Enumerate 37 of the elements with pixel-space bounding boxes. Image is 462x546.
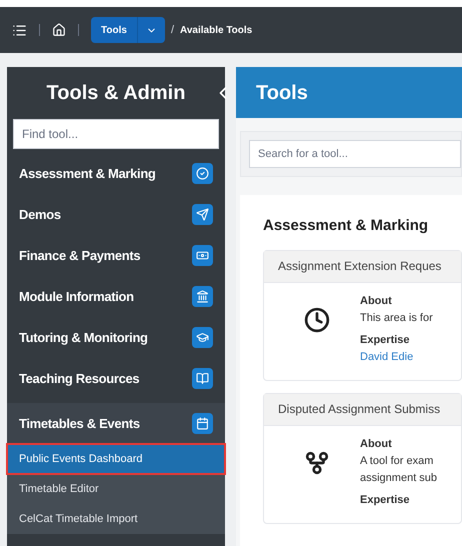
card-title: Assignment Extension Reques — [278, 258, 442, 275]
sidebar-category[interactable]: Demos — [7, 194, 225, 235]
sidebar-subitem[interactable]: Timetable Editor — [7, 474, 225, 504]
about-label: About — [360, 294, 393, 308]
bank-building-icon — [192, 286, 213, 307]
paper-plane-icon — [192, 204, 213, 225]
menu-icon[interactable] — [12, 22, 27, 38]
graduation-cap-icon — [192, 327, 213, 348]
about-label: About — [360, 436, 393, 452]
sidebar-category[interactable]: Finance & Payments — [7, 235, 225, 276]
breadcrumb-current: Available Tools — [180, 24, 252, 38]
banknote-icon — [192, 245, 213, 266]
sidebar-category[interactable]: Assessment & Marking — [7, 153, 225, 194]
breadcrumb-separator: / — [170, 22, 174, 38]
expertise-label: Expertise — [360, 492, 411, 508]
fork-icon — [304, 450, 330, 476]
find-tool-field[interactable]: Find tool... — [13, 119, 219, 149]
sidebar-subitem[interactable]: CelCat Timetable Import — [7, 504, 225, 534]
calendar-icon — [192, 413, 213, 434]
clock-icon — [304, 306, 330, 332]
sidebar-category[interactable]: Tutoring & Monitoring — [7, 317, 225, 358]
tool-search-field[interactable]: Search for a tool... — [249, 140, 461, 168]
about-text: This area is for — [360, 310, 433, 326]
sidebar-title: Tools & Admin — [46, 81, 186, 106]
sidebar-subitem[interactable]: Public Events Dashboard — [7, 444, 225, 474]
book-icon — [192, 368, 213, 389]
about-text: A tool for exam — [360, 454, 434, 468]
section-heading: Assessment & Marking — [263, 216, 430, 236]
sidebar-category[interactable]: Timetables & Events — [7, 403, 225, 444]
sidebar-category[interactable]: Teaching Resources — [7, 358, 225, 399]
card-title: Disputed Assignment Submiss — [278, 401, 440, 418]
page-header: Tools — [236, 67, 462, 118]
expertise-label: Expertise — [360, 332, 411, 348]
expertise-link[interactable]: David Edie — [360, 348, 433, 366]
home-icon[interactable] — [52, 23, 66, 37]
about-text: assignment sub — [360, 470, 438, 486]
sidebar-category[interactable]: Module Information — [7, 276, 225, 317]
